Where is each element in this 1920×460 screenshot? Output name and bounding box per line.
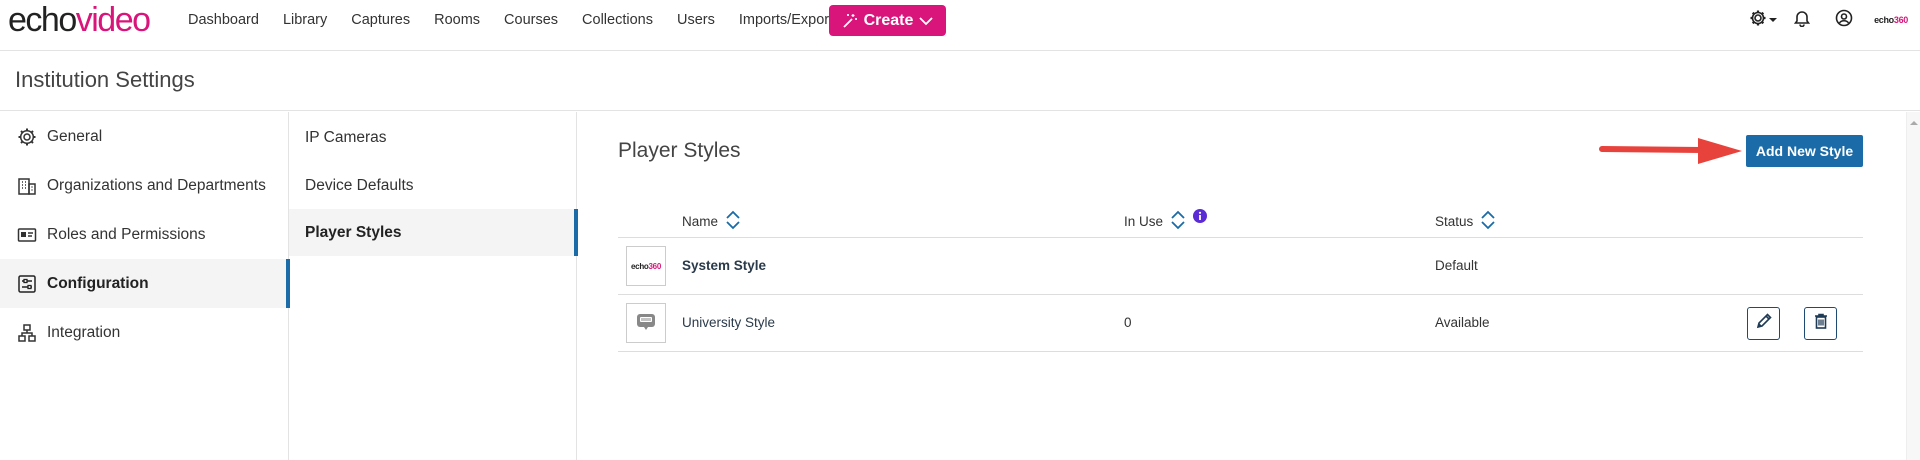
building-icon <box>16 175 38 197</box>
subnav-player-styles[interactable]: Player Styles <box>289 209 578 256</box>
nav-captures[interactable]: Captures <box>351 12 410 28</box>
column-label: In Use <box>1124 214 1164 229</box>
info-icon[interactable] <box>1193 209 1208 226</box>
notifications-button[interactable] <box>1792 9 1812 32</box>
column-header-status[interactable]: Status <box>1435 210 1495 233</box>
column-header-in-use[interactable]: In Use <box>1124 209 1208 233</box>
nav-dashboard[interactable]: Dashboard <box>188 12 259 28</box>
vertical-scrollbar[interactable] <box>1906 112 1920 460</box>
bell-icon <box>1793 9 1811 32</box>
sidebar-item-general[interactable]: General <box>0 112 289 161</box>
player-placeholder-icon <box>634 309 658 338</box>
echovideo-logo[interactable]: echovideo <box>8 1 151 39</box>
sidebar-item-organizations[interactable]: Organizations and Departments <box>0 161 289 210</box>
section-title: Player Styles <box>618 139 741 162</box>
column-label: Status <box>1435 214 1474 229</box>
chevron-down-icon <box>919 16 934 26</box>
institution-logo-text-1: echo <box>1874 15 1894 25</box>
player-styles-table: Name In Use Status echo360 System Style <box>618 200 1863 352</box>
edit-style-button[interactable] <box>1747 307 1780 340</box>
table-row[interactable]: echo360 System Style Default <box>618 238 1863 295</box>
style-status: Default <box>1435 258 1478 273</box>
style-thumbnail <box>626 303 666 343</box>
gear-icon <box>1748 8 1768 33</box>
nav-imports-exports[interactable]: Imports/Exports <box>739 12 841 28</box>
style-thumbnail: echo360 <box>626 246 666 286</box>
settings-menu[interactable] <box>1746 8 1780 33</box>
table-header: Name In Use Status <box>618 200 1863 238</box>
style-in-use: 0 <box>1124 315 1132 330</box>
top-navbar: echovideo Dashboard Library Captures Roo… <box>0 0 1920 51</box>
subnav-device-defaults[interactable]: Device Defaults <box>289 162 577 209</box>
institution-logo-text-2: 360 <box>1893 15 1908 25</box>
page-header: Institution Settings <box>0 52 1920 111</box>
scroll-up-arrow-icon[interactable] <box>1909 114 1919 132</box>
thumb-text-2: 360 <box>648 261 662 271</box>
id-card-icon <box>16 224 38 246</box>
institution-logo[interactable]: echo360 <box>1874 15 1908 25</box>
pencil-icon <box>1755 312 1773 335</box>
sliders-icon <box>16 273 38 295</box>
annotation-arrow <box>1598 136 1746 171</box>
sort-icon <box>1171 210 1185 233</box>
style-name[interactable]: System Style <box>682 258 766 273</box>
sidebar-item-label: General <box>47 127 103 145</box>
nav-rooms[interactable]: Rooms <box>434 12 480 28</box>
header-utilities: echo360 <box>1746 0 1920 40</box>
user-circle-icon <box>1835 9 1853 32</box>
page-title: Institution Settings <box>15 67 195 92</box>
account-button[interactable] <box>1834 9 1854 32</box>
column-header-name[interactable]: Name <box>682 210 740 233</box>
logo-text-echo: echo <box>8 1 77 39</box>
sidebar-item-label: Organizations and Departments <box>47 176 266 194</box>
configuration-subnav: IP Cameras Device Defaults Player Styles <box>289 112 578 460</box>
style-status: Available <box>1435 315 1490 330</box>
nav-users[interactable]: Users <box>677 12 715 28</box>
column-label: Name <box>682 214 719 229</box>
sidebar-item-configuration[interactable]: Configuration <box>0 259 290 308</box>
sidebar-item-integration[interactable]: Integration <box>0 308 289 357</box>
sidebar-item-label: Configuration <box>47 274 149 292</box>
main-nav: Dashboard Library Captures Rooms Courses… <box>188 0 864 40</box>
nav-library[interactable]: Library <box>283 12 327 28</box>
add-new-style-button[interactable]: Add New Style <box>1746 135 1863 167</box>
magic-wand-icon <box>842 13 858 29</box>
create-button[interactable]: Create <box>829 5 946 36</box>
trash-icon <box>1812 312 1830 335</box>
sort-icon <box>726 210 740 233</box>
subnav-ip-cameras[interactable]: IP Cameras <box>289 114 577 161</box>
style-name[interactable]: University Style <box>682 315 775 330</box>
settings-sidebar: General Organizations and Departments Ro… <box>0 112 290 460</box>
nav-collections[interactable]: Collections <box>582 12 653 28</box>
sort-icon <box>1481 210 1495 233</box>
thumb-text-1: echo <box>631 261 649 271</box>
caret-down-icon <box>1768 11 1778 29</box>
gear-icon <box>16 126 38 148</box>
network-icon <box>16 322 38 344</box>
sidebar-item-roles[interactable]: Roles and Permissions <box>0 210 289 259</box>
nav-courses[interactable]: Courses <box>504 12 558 28</box>
echo360-logo: echo360 <box>631 262 661 271</box>
sidebar-item-label: Roles and Permissions <box>47 225 206 243</box>
create-label: Create <box>863 11 914 29</box>
logo-text-video: video <box>75 1 151 39</box>
delete-style-button[interactable] <box>1804 307 1837 340</box>
table-row[interactable]: University Style 0 Available <box>618 295 1863 352</box>
sidebar-item-label: Integration <box>47 323 121 341</box>
